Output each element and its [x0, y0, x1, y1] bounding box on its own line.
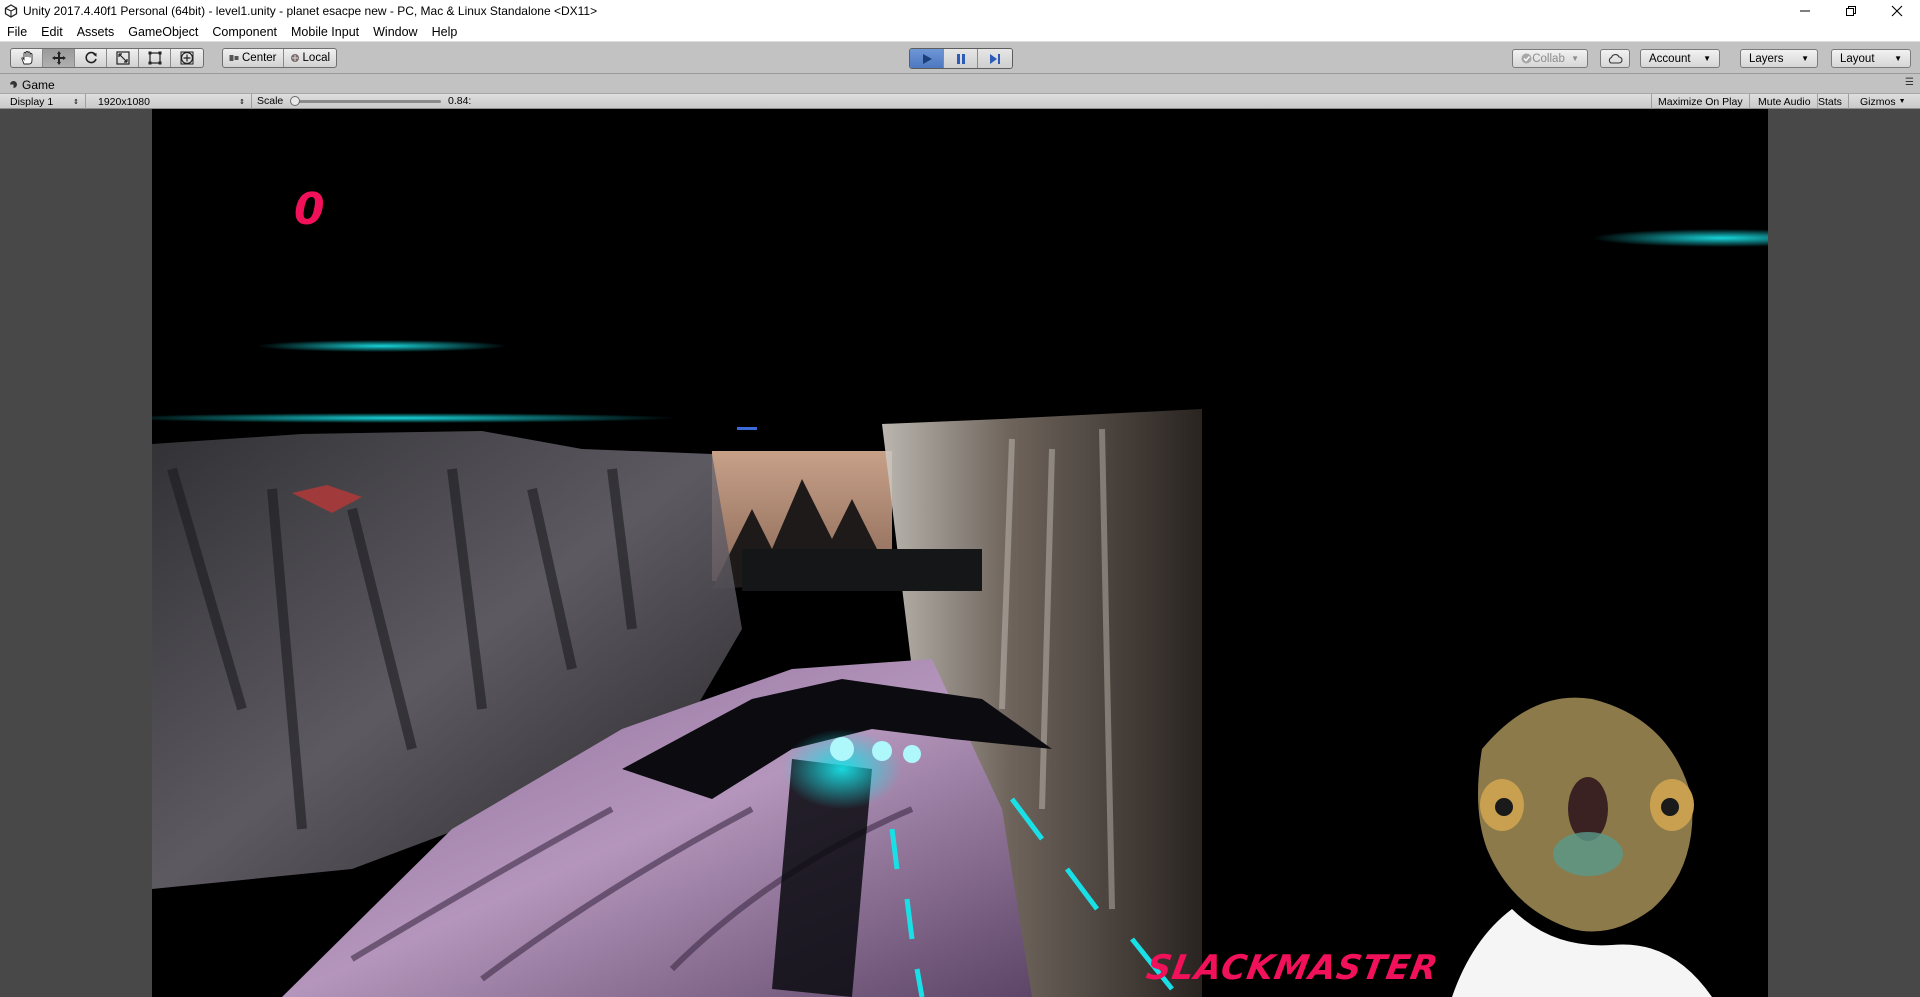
rotate-icon	[84, 51, 97, 64]
main-toolbar: Center Local Collab ▼ Account ▼ Layers ▼…	[0, 42, 1920, 74]
menu-edit[interactable]: Edit	[34, 22, 70, 42]
transform-tools	[10, 48, 204, 68]
scale-value: 0.84:	[448, 95, 472, 107]
menu-bar: File Edit Assets GameObject Component Mo…	[0, 22, 1920, 42]
menu-file[interactable]: File	[0, 22, 34, 42]
account-dropdown[interactable]: Account ▼	[1640, 49, 1720, 68]
title-bar: Unity 2017.4.40f1 Personal (64bit) - lev…	[0, 0, 1920, 22]
game-view-controls: Display 1 ⇕ 1920x1080 ⇕ Scale 0.84: Maxi…	[0, 93, 1920, 109]
step-button[interactable]	[978, 49, 1012, 68]
game-view[interactable]: 0 SLACKMASTER	[0, 109, 1920, 997]
caret-down-icon: ▼	[1801, 54, 1809, 63]
pivot-space-label: Local	[302, 52, 331, 64]
hand-tool-button[interactable]	[11, 49, 43, 67]
maximize-on-play-toggle[interactable]: Maximize On Play	[1651, 94, 1750, 109]
close-icon	[1891, 5, 1903, 17]
caret-down-icon: ▼	[1571, 54, 1579, 63]
account-label: Account	[1649, 52, 1691, 65]
scale-slider-track[interactable]	[293, 100, 441, 103]
resolution-dropdown[interactable]: 1920x1080 ⇕	[92, 94, 252, 109]
menu-help[interactable]: Help	[425, 22, 465, 42]
checkmark-icon	[1521, 53, 1532, 64]
move-icon	[51, 51, 66, 65]
hand-icon	[20, 51, 32, 65]
score-counter: 0	[294, 184, 327, 235]
caret-down-icon: ▼	[1703, 54, 1711, 63]
menu-component[interactable]: Component	[205, 22, 284, 42]
restore-icon	[1846, 6, 1856, 16]
rect-tool-button[interactable]	[139, 49, 171, 67]
scale-icon	[115, 51, 130, 65]
scale-slider-thumb[interactable]	[290, 96, 300, 106]
play-icon	[922, 53, 932, 64]
layers-dropdown[interactable]: Layers ▼	[1740, 49, 1818, 68]
pivot-toggles: Center Local	[222, 48, 338, 68]
play-button[interactable]	[910, 49, 944, 68]
layers-label: Layers	[1749, 52, 1784, 65]
pivot-center-icon	[229, 55, 239, 61]
maximize-on-play-label: Maximize On Play	[1658, 95, 1743, 108]
caret-down-icon: ▼	[1894, 54, 1902, 63]
playback-controls	[909, 48, 1013, 69]
game-viewport[interactable]: 0 SLACKMASTER	[152, 109, 1768, 997]
scale-tool-button[interactable]	[107, 49, 139, 67]
menu-assets[interactable]: Assets	[70, 22, 122, 42]
game-scene	[152, 229, 1768, 997]
gizmos-label: Gizmos	[1860, 95, 1896, 108]
pivot-mode-button[interactable]: Center	[223, 49, 284, 67]
updown-caret-icon: ⇕	[73, 98, 79, 106]
pause-button[interactable]	[944, 49, 978, 68]
minimize-icon	[1800, 10, 1810, 12]
stats-toggle[interactable]: Stats	[1812, 94, 1849, 109]
rect-icon	[148, 51, 161, 65]
transform-icon	[180, 51, 194, 65]
resolution-label: 1920x1080	[98, 95, 150, 108]
window-title: Unity 2017.4.40f1 Personal (64bit) - lev…	[23, 4, 598, 18]
pivot-mode-label: Center	[242, 52, 277, 64]
game-tab-label: Game	[22, 77, 55, 92]
mute-audio-toggle[interactable]: Mute Audio	[1752, 94, 1818, 109]
updown-caret-icon: ⇕	[239, 98, 245, 106]
mute-audio-label: Mute Audio	[1758, 95, 1811, 108]
step-icon	[990, 53, 1000, 64]
tab-game[interactable]: Game	[3, 76, 63, 93]
minimize-button[interactable]	[1782, 0, 1828, 22]
restore-button[interactable]	[1828, 0, 1874, 22]
streamer-watermark: SLACKMASTER	[1143, 948, 1442, 988]
game-tab-icon	[10, 81, 17, 88]
stats-label: Stats	[1818, 95, 1842, 108]
collab-label: Collab	[1532, 52, 1565, 65]
unity-logo-icon	[4, 4, 18, 18]
tab-menu-icon[interactable]: ☰	[1905, 77, 1914, 88]
menu-mobile-input[interactable]: Mobile Input	[284, 22, 366, 42]
scale-label: Scale	[257, 95, 284, 107]
display-dropdown[interactable]: Display 1 ⇕	[4, 94, 86, 109]
menu-gameobject[interactable]: GameObject	[121, 22, 205, 42]
caret-down-icon: ▼	[1898, 98, 1906, 105]
move-tool-button[interactable]	[43, 49, 75, 67]
layout-label: Layout	[1840, 52, 1875, 65]
collab-button[interactable]: Collab ▼	[1512, 49, 1588, 68]
game-tab-bar: Game ☰	[0, 75, 1920, 93]
pause-icon	[956, 53, 965, 64]
display-label: Display 1	[10, 95, 54, 108]
menu-window[interactable]: Window	[366, 22, 424, 42]
rotate-tool-button[interactable]	[75, 49, 107, 67]
pivot-space-button[interactable]: Local	[284, 49, 336, 67]
cloud-icon	[1608, 53, 1623, 64]
transform-tool-button[interactable]	[171, 49, 203, 67]
gizmos-dropdown[interactable]: Gizmos ▼	[1854, 94, 1912, 109]
cloud-button[interactable]	[1600, 49, 1630, 68]
close-button[interactable]	[1874, 0, 1920, 22]
layout-dropdown[interactable]: Layout ▼	[1831, 49, 1911, 68]
local-space-icon	[290, 54, 299, 62]
